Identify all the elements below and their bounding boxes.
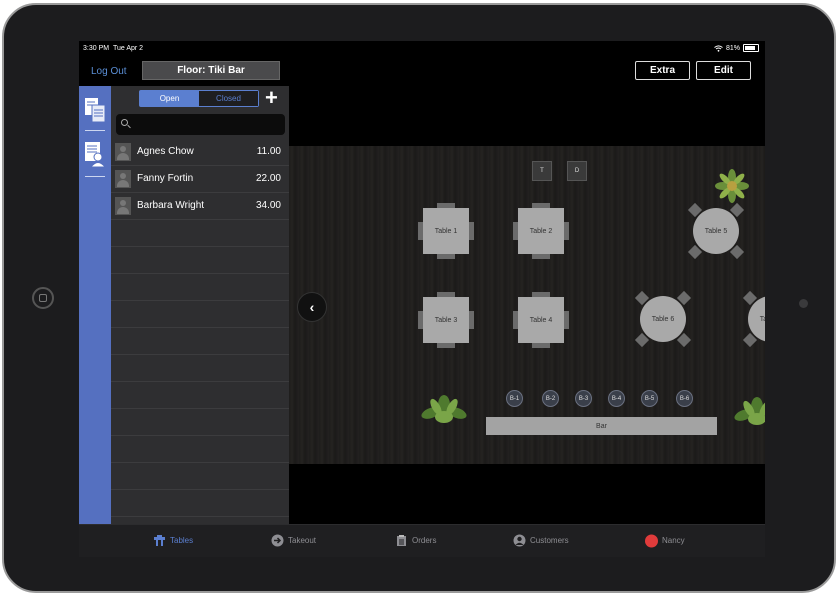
table-label: Table 1: [423, 208, 469, 254]
search-icon: [121, 119, 128, 126]
avatar-icon: [115, 143, 131, 161]
user-avatar-icon: [645, 534, 658, 547]
check-amount: 22.00: [255, 173, 281, 184]
table-2[interactable]: Table 2: [513, 203, 569, 259]
orders-icon: [395, 534, 408, 547]
tab-bar: Tables Takeout Orders Customers Nancy: [79, 524, 765, 557]
status-right: 81%: [714, 44, 759, 52]
battery-percent: 81%: [725, 44, 740, 52]
tab-label: Customers: [530, 536, 569, 545]
takeout-icon: [271, 534, 284, 547]
checks-list: Agnes Chow 11.00 Fanny Fortin 22.00 Barb…: [111, 139, 289, 517]
table-label: Table 2: [518, 208, 564, 254]
bar-stool-b4[interactable]: B-4: [608, 390, 625, 407]
table-7[interactable]: Table 7: [742, 290, 765, 348]
bar-stool-b6[interactable]: B-6: [676, 390, 693, 407]
list-item[interactable]: Barbara Wright 34.00: [111, 193, 289, 220]
plant-icon: [715, 169, 749, 203]
bar-stool-b1[interactable]: B-1: [506, 390, 523, 407]
tab-label: Takeout: [288, 536, 317, 545]
floor-title-button[interactable]: Floor: Tiki Bar: [142, 61, 280, 80]
empty-row: [111, 409, 289, 436]
tab-customers[interactable]: Customers: [513, 534, 569, 547]
empty-row: [111, 382, 289, 409]
empty-row: [111, 355, 289, 382]
tab-label: Orders: [412, 536, 437, 545]
bar-stool-b2[interactable]: B-2: [542, 390, 559, 407]
table-3[interactable]: Table 3: [418, 292, 474, 348]
check-amount: 11.00: [256, 146, 281, 157]
extra-button[interactable]: Extra: [635, 61, 690, 80]
plant-icon: [734, 397, 765, 425]
divider: [85, 176, 105, 177]
empty-row: [111, 463, 289, 490]
empty-row: [111, 436, 289, 463]
tab-takeout[interactable]: Takeout: [271, 534, 316, 547]
checks-mode-icon[interactable]: [83, 94, 107, 126]
empty-row: [111, 274, 289, 301]
logout-button[interactable]: Log Out: [91, 66, 127, 77]
wifi-icon: [714, 44, 723, 52]
home-button[interactable]: [32, 287, 54, 309]
empty-row: [111, 220, 289, 247]
empty-row: [111, 490, 289, 517]
customers-icon: [513, 534, 526, 547]
open-segment[interactable]: Open: [140, 91, 199, 106]
table-label: Table 3: [423, 297, 469, 343]
empty-row: [111, 247, 289, 274]
check-name: Agnes Chow: [137, 146, 194, 157]
customer-check-icon[interactable]: [83, 138, 107, 170]
add-check-button[interactable]: +: [265, 87, 278, 109]
tables-icon: [153, 534, 166, 547]
list-item[interactable]: Fanny Fortin 22.00: [111, 166, 289, 193]
tab-label: Nancy: [662, 536, 685, 545]
open-closed-segmented-control: Open Closed: [139, 90, 259, 107]
app-screen: 3:30 PM Tue Apr 2 81% Log Out Floor: Tik…: [79, 41, 765, 557]
table-label: Table 4: [518, 297, 564, 343]
chevron-left-icon: ‹: [309, 299, 315, 315]
collapse-panel-button[interactable]: ‹: [297, 292, 327, 322]
bar-stool-b5[interactable]: B-5: [641, 390, 658, 407]
bar-stool-b3[interactable]: B-3: [575, 390, 592, 407]
avatar-icon: [115, 170, 131, 188]
table-label: Table 6: [640, 296, 686, 342]
bar-counter[interactable]: Bar: [486, 417, 717, 435]
table-5[interactable]: Table 5: [687, 202, 745, 260]
check-amount: 34.00: [255, 200, 281, 211]
table-4[interactable]: Table 4: [513, 292, 569, 348]
mode-sidebar: [79, 86, 111, 524]
edit-button[interactable]: Edit: [696, 61, 751, 80]
table-6[interactable]: Table 6: [634, 290, 692, 348]
plant-icon: [421, 395, 467, 423]
checks-panel: Open Closed + Agnes Chow 11.00 Fanny For…: [111, 86, 289, 524]
tab-label: Tables: [170, 536, 194, 545]
divider: [85, 130, 105, 131]
camera: [799, 299, 808, 308]
top-bar: Log Out Floor: Tiki Bar Extra Edit: [79, 57, 765, 85]
table-label: Table 5: [693, 208, 739, 254]
check-name: Fanny Fortin: [137, 173, 194, 184]
tab-tables[interactable]: Tables: [153, 534, 193, 547]
empty-row: [111, 301, 289, 328]
floor-plan: T D Table 1 Table 2 Table 3 Table 4 Tabl…: [289, 86, 765, 524]
tab-user-nancy[interactable]: Nancy: [645, 534, 685, 547]
list-item[interactable]: Agnes Chow 11.00: [111, 139, 289, 166]
battery-icon: [743, 44, 759, 52]
closed-segment[interactable]: Closed: [199, 91, 258, 106]
marker-t[interactable]: T: [532, 161, 552, 181]
status-bar: 3:30 PM Tue Apr 2 81%: [79, 41, 765, 57]
tab-orders[interactable]: Orders: [395, 534, 436, 547]
search-input[interactable]: [116, 114, 285, 135]
marker-d[interactable]: D: [567, 161, 587, 181]
status-time-date: 3:30 PM Tue Apr 2: [83, 45, 144, 52]
empty-row: [111, 328, 289, 355]
table-1[interactable]: Table 1: [418, 203, 474, 259]
avatar-icon: [115, 197, 131, 215]
check-name: Barbara Wright: [137, 200, 205, 211]
